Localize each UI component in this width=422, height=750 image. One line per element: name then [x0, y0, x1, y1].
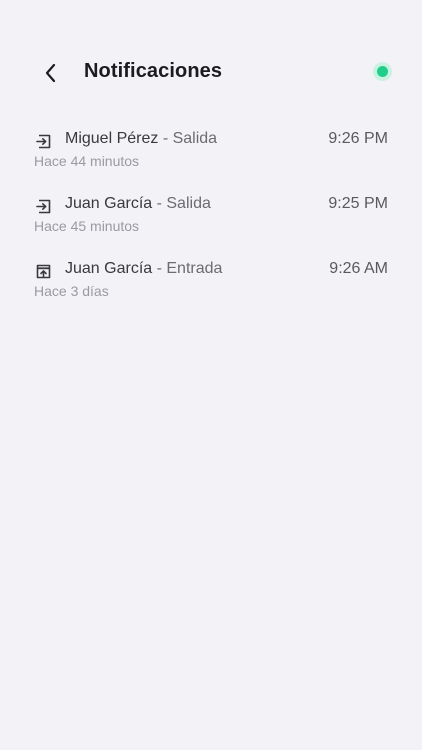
notification-name: Juan García: [65, 260, 153, 277]
notification-item[interactable]: Juan García - Salida 9:25 PM Hace 45 min…: [0, 193, 422, 258]
notification-item[interactable]: Juan García - Entrada 9:26 AM Hace 3 día…: [0, 258, 422, 323]
status-indicator: [373, 62, 392, 81]
notification-action: - Entrada: [156, 260, 223, 277]
notification-relative-time: Hace 45 minutos: [34, 218, 140, 234]
notification-item[interactable]: Miguel Pérez - Salida 9:26 PM Hace 44 mi…: [0, 128, 422, 193]
notification-action: - Salida: [156, 195, 211, 212]
notifications-screen: Notificaciones Miguel Pérez - Salida 9:2…: [0, 0, 422, 750]
chevron-left-icon: [45, 63, 56, 83]
notification-list: Miguel Pérez - Salida 9:26 PM Hace 44 mi…: [0, 128, 422, 323]
page-title: Notificaciones: [84, 60, 223, 82]
notification-time: 9:26 AM: [329, 260, 388, 277]
entry-icon: [34, 262, 52, 280]
exit-icon: [34, 197, 52, 215]
status-dot-inner: [377, 66, 388, 77]
notification-time: 9:26 PM: [328, 130, 388, 147]
notification-action: - Salida: [162, 130, 218, 147]
back-button[interactable]: [36, 58, 66, 88]
notification-name: Miguel Pérez: [65, 130, 159, 147]
notification-relative-time: Hace 44 minutos: [34, 153, 140, 169]
notification-title: Juan García - Entrada: [65, 260, 222, 278]
notification-title: Miguel Pérez - Salida: [65, 130, 217, 148]
exit-icon: [34, 132, 52, 150]
header: Notificaciones: [0, 0, 422, 110]
notification-relative-time: Hace 3 días: [34, 283, 109, 299]
notification-name: Juan García: [65, 195, 153, 212]
notification-title: Juan García - Salida: [65, 195, 211, 213]
notification-time: 9:25 PM: [328, 195, 388, 212]
